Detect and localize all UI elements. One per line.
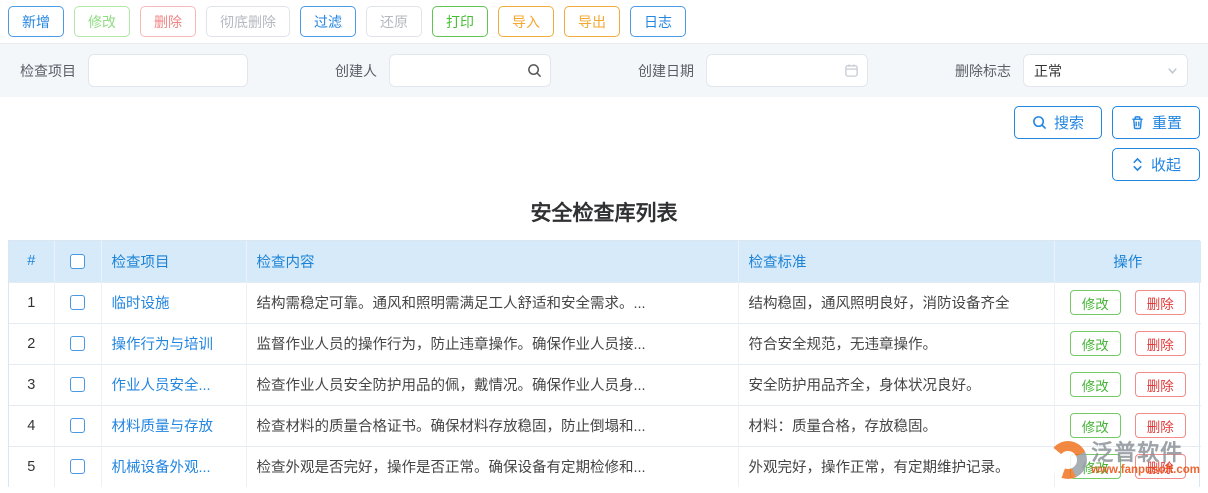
header-content: 检查内容: [246, 241, 739, 282]
search-button[interactable]: 搜索: [1014, 106, 1102, 139]
toolbar-button[interactable]: 彻底删除: [206, 6, 290, 37]
header-index: #: [9, 241, 55, 282]
table-row: 5 机械设备外观... 检查外观是否完好，操作是否正常。确保设备有定期检修和..…: [9, 445, 1201, 487]
row-checkbox[interactable]: [70, 336, 85, 352]
toolbar-button[interactable]: 打印: [432, 6, 488, 37]
row-index: 1: [9, 281, 55, 323]
row-checkbox[interactable]: [70, 459, 85, 475]
date-filter-label: 创建日期: [638, 62, 694, 79]
row-index: 5: [9, 445, 55, 487]
row-edit-button[interactable]: 修改: [1069, 331, 1121, 356]
filter-field-creator: 创建人: [335, 54, 551, 87]
header-standard: 检查标准: [738, 241, 1055, 282]
item-filter-label: 检查项目: [20, 62, 76, 79]
collapse-row: 收起: [0, 139, 1208, 181]
table-header-row: # 检查项目 检查内容 检查标准 操作: [9, 241, 1201, 282]
table-row: 2 操作行为与培训 监督作业人员的操作行为，防止违章操作。确保作业人员接... …: [9, 322, 1201, 364]
row-edit-button[interactable]: 修改: [1069, 372, 1121, 397]
table-row: 1 临时设施 结构需稳定可靠。通风和照明需满足工人舒适和安全需求。... 结构稳…: [9, 281, 1201, 323]
standard-cell: 材料：质量合格，存放稳固。: [738, 404, 1055, 446]
content-cell: 检查材料的质量合格证书。确保材料存放稳固，防止倒塌和...: [246, 404, 739, 446]
toolbar-button[interactable]: 导出: [564, 6, 620, 37]
item-link[interactable]: 机械设备外观...: [112, 456, 236, 477]
row-checkbox[interactable]: [70, 295, 85, 311]
content-cell: 检查外观是否完好，操作是否正常。确保设备有定期检修和...: [246, 445, 739, 487]
item-filter-input[interactable]: [88, 54, 248, 87]
filter-field-delete-flag: 删除标志 正常: [955, 54, 1188, 87]
row-index: 4: [9, 404, 55, 446]
row-delete-button[interactable]: 删除: [1134, 290, 1186, 315]
standard-cell: 外观完好，操作正常，有定期维护记录。: [738, 445, 1055, 487]
row-edit-button[interactable]: 修改: [1069, 454, 1121, 480]
toolbar-button[interactable]: 删除: [140, 6, 196, 37]
search-icon[interactable]: [527, 63, 542, 78]
toolbar-button[interactable]: 还原: [366, 6, 422, 37]
row-delete-button[interactable]: 删除: [1134, 454, 1186, 480]
row-index: 2: [9, 322, 55, 364]
row-delete-button[interactable]: 删除: [1134, 413, 1186, 438]
reset-button[interactable]: 重置: [1112, 106, 1200, 139]
content-cell: 结构需稳定可靠。通风和照明需满足工人舒适和安全需求。...: [246, 281, 739, 323]
standard-cell: 安全防护用品齐全，身体状况良好。: [738, 363, 1055, 405]
row-checkbox[interactable]: [70, 418, 85, 434]
row-edit-button[interactable]: 修改: [1069, 290, 1121, 315]
row-edit-button[interactable]: 修改: [1069, 413, 1121, 438]
chevron-down-icon: [1166, 64, 1179, 77]
header-actions: 操作: [1054, 241, 1201, 282]
delete-flag-selected-value: 正常: [1034, 62, 1062, 79]
search-button-label: 搜索: [1053, 115, 1084, 132]
creator-filter-label: 创建人: [335, 62, 377, 79]
delete-flag-label: 删除标志: [955, 62, 1011, 79]
row-delete-button[interactable]: 删除: [1134, 331, 1186, 356]
app-window: 新增 修改 删除 彻底删除 过滤 还原 打印 导入 导出 日志 检查项目 创建人: [0, 0, 1208, 493]
toolbar-button[interactable]: 过滤: [300, 6, 356, 37]
header-item: 检查项目: [101, 241, 247, 282]
item-link[interactable]: 作业人员安全...: [112, 374, 236, 395]
item-link[interactable]: 材料质量与存放: [112, 415, 236, 436]
search-icon: [1032, 115, 1047, 130]
calendar-icon[interactable]: [844, 63, 859, 78]
inspection-table: # 检查项目 检查内容 检查标准 操作 1 临时设施 结构需稳定可靠。通风和照明…: [8, 240, 1201, 487]
filter-actions-row: 搜索 重置: [0, 97, 1208, 139]
row-index: 3: [9, 363, 55, 405]
row-delete-button[interactable]: 删除: [1134, 372, 1186, 397]
toolbar-button[interactable]: 新增: [8, 6, 64, 37]
row-checkbox[interactable]: [70, 377, 85, 393]
trash-icon: [1130, 115, 1145, 130]
table-row: 4 材料质量与存放 检查材料的质量合格证书。确保材料存放稳固，防止倒塌和... …: [9, 404, 1201, 446]
content-cell: 检查作业人员安全防护用品的佩，戴情况。确保作业人员身...: [246, 363, 739, 405]
collapse-button-label: 收起: [1150, 157, 1181, 174]
filter-panel: 检查项目 创建人 创建日期 删除标志 正常: [0, 44, 1208, 97]
filter-field-item: 检查项目: [20, 54, 248, 87]
toolbar-button[interactable]: 修改: [74, 6, 130, 37]
toolbar-button[interactable]: 导入: [498, 6, 554, 37]
item-link[interactable]: 操作行为与培训: [112, 333, 236, 354]
filter-field-date: 创建日期: [638, 54, 868, 87]
toolbar: 新增 修改 删除 彻底删除 过滤 还原 打印 导入 导出 日志: [0, 0, 1208, 44]
page-title: 安全检查库列表: [530, 202, 678, 225]
reset-button-label: 重置: [1151, 115, 1182, 132]
collapse-icon: [1131, 157, 1144, 172]
toolbar-button[interactable]: 日志: [630, 6, 686, 37]
select-all-checkbox[interactable]: [70, 253, 85, 269]
delete-flag-select[interactable]: 正常: [1023, 54, 1188, 87]
item-link[interactable]: 临时设施: [112, 292, 236, 313]
collapse-button[interactable]: 收起: [1112, 148, 1200, 181]
table-row: 3 作业人员安全... 检查作业人员安全防护用品的佩，戴情况。确保作业人员身..…: [9, 363, 1201, 405]
content-cell: 监督作业人员的操作行为，防止违章操作。确保作业人员接...: [246, 322, 739, 364]
standard-cell: 符合安全规范，无违章操作。: [738, 322, 1055, 364]
standard-cell: 结构稳固，通风照明良好，消防设备齐全: [738, 281, 1055, 323]
